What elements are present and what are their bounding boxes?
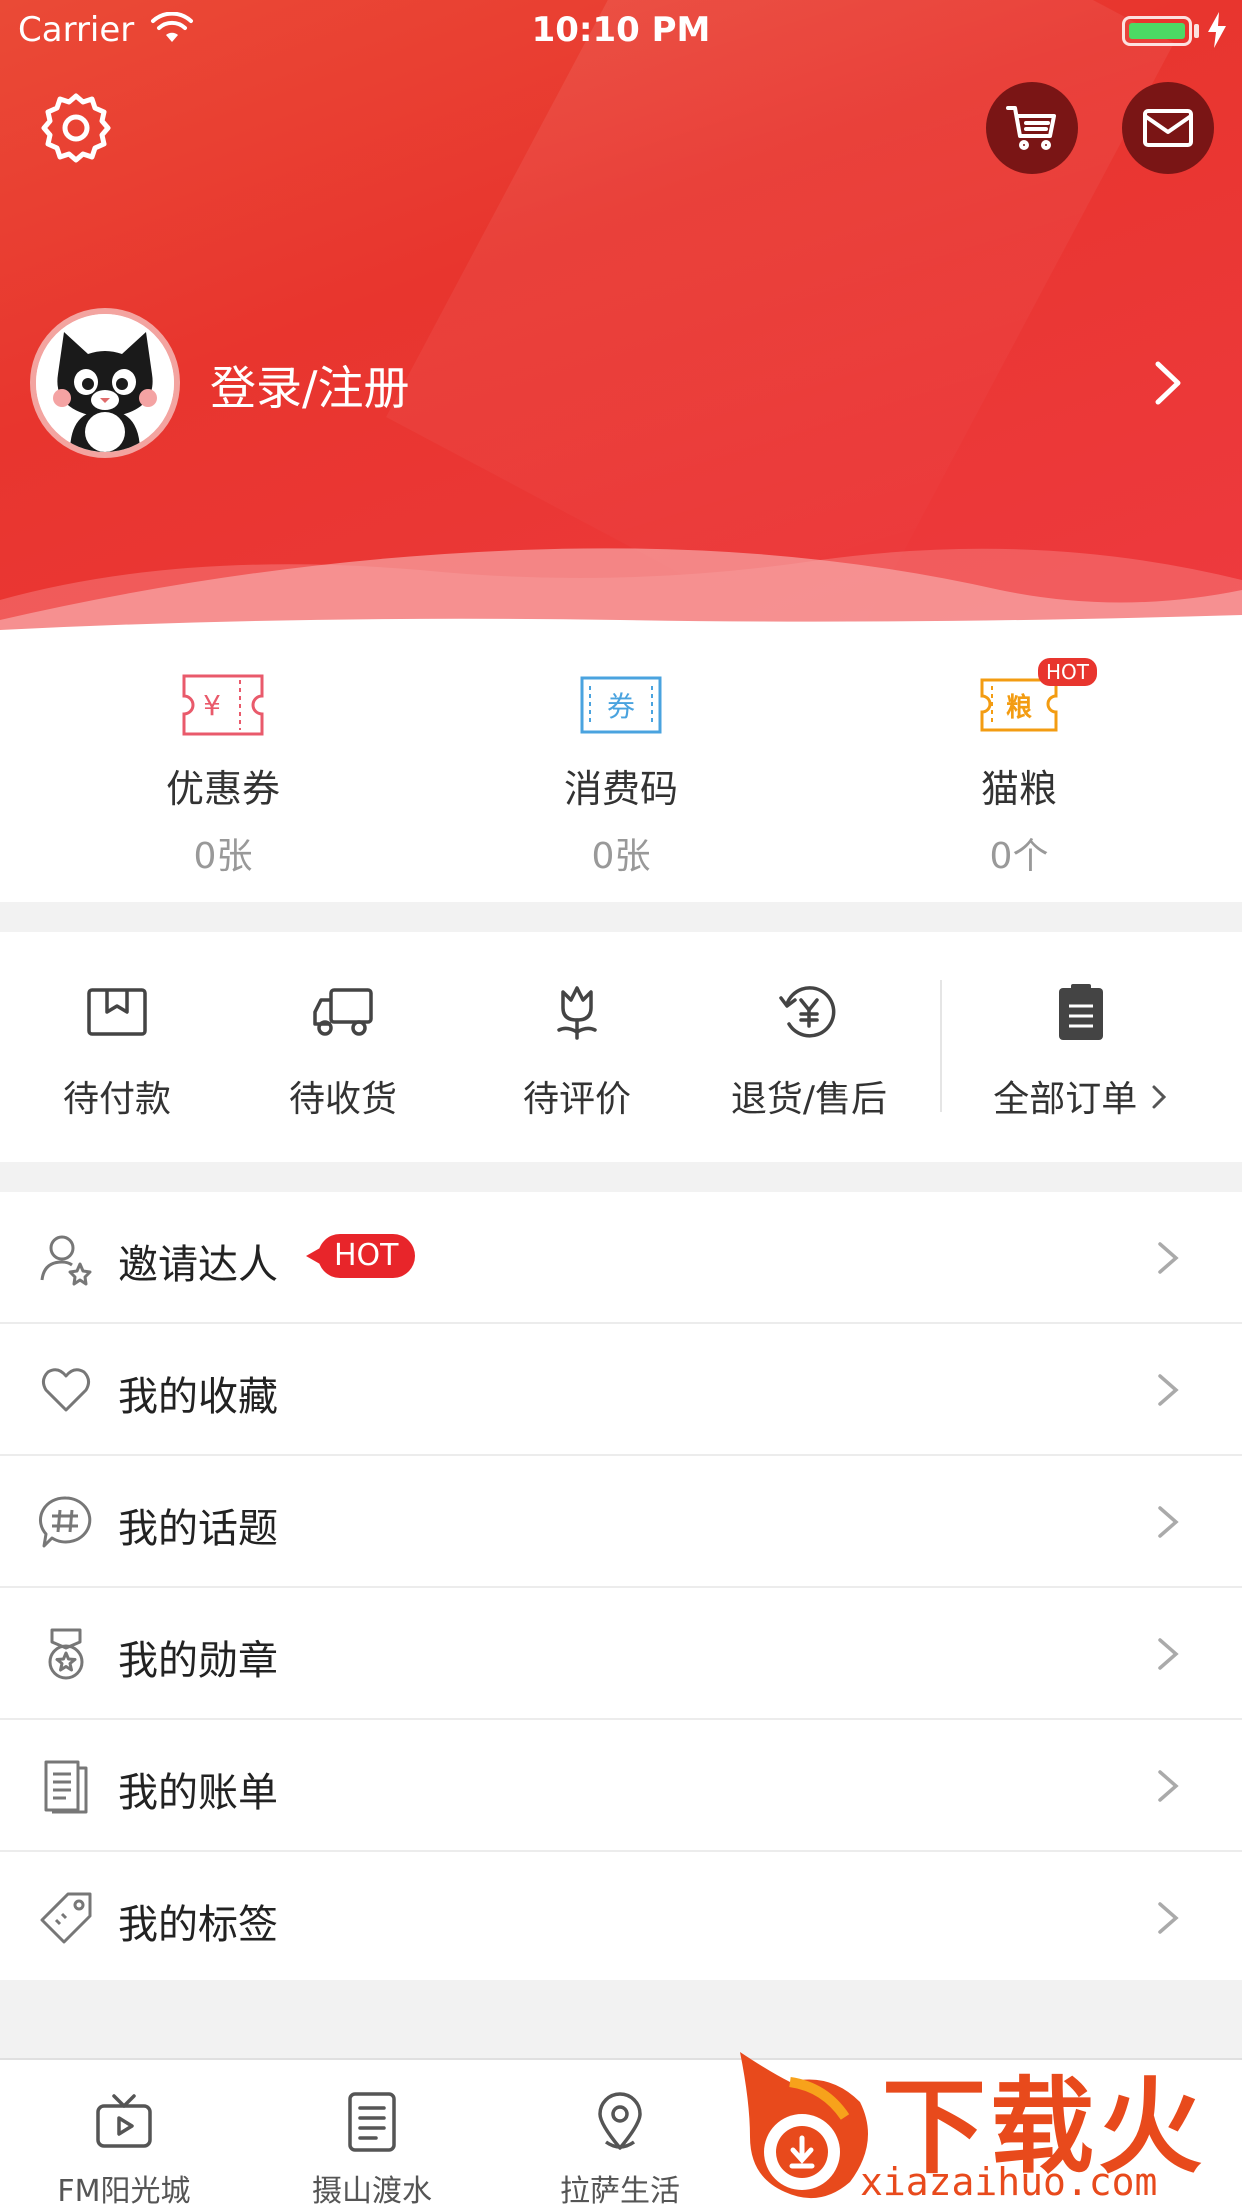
order-label: 待评价 [522,1079,631,1120]
bill-icon [44,1760,88,1814]
battery-icon [1122,16,1192,46]
flame-logo-icon [740,2052,868,2199]
menu-label: 我的标签 [118,1902,278,1948]
tab-label: 拉萨生活 [560,2174,680,2208]
stat-count: 0张 [591,836,651,877]
topic-hash-icon [38,1496,92,1548]
tab-sheshan[interactable]: 摄山渡水 [248,2090,496,2208]
chevron-right-icon [1158,1506,1179,1538]
coupon-icon: ¥ [178,670,268,740]
cat-avatar-icon [36,314,174,452]
charging-icon [1208,12,1226,48]
chevron-right-icon [1158,1770,1179,1802]
medal-icon [48,1628,84,1680]
battery-tip [1194,24,1199,38]
menu-medals[interactable]: 我的勋章 [0,1588,1242,1720]
gear-icon[interactable] [40,92,112,164]
stat-label: 猫粮 [980,767,1057,811]
account-stats: ¥ 优惠券 0张 券 消费码 0张 粮 HOT 猫粮 0个 [0,640,1242,902]
tab-lhasa[interactable]: 拉萨生活 [496,2090,744,2208]
heart-icon [41,1368,91,1412]
chevron-right-icon [1158,1242,1179,1274]
truck-icon [313,988,373,1036]
chevron-right-icon [1152,1085,1166,1109]
stat-cat-food[interactable]: 粮 HOT 猫粮 0个 [812,658,1226,879]
wallet-icon [87,988,147,1036]
order-all[interactable]: 全部订单 [956,982,1206,1122]
cat-food-icon: 粮 HOT [974,658,1097,740]
menu-bills[interactable]: 我的账单 [0,1720,1242,1852]
order-label: 待收货 [288,1079,397,1120]
svg-text:¥: ¥ [203,689,221,722]
avatar[interactable] [30,308,180,458]
order-label: 待付款 [62,1079,171,1120]
order-divider [940,980,942,1112]
tv-play-icon [96,2094,152,2148]
svg-text:券: 券 [607,690,635,723]
menu-label: 我的勋章 [118,1638,278,1684]
menu-tags[interactable]: 我的标签 [0,1852,1242,1984]
watermark-logo: 下载火 xiazaihuo.com [730,2042,1242,2208]
order-refund[interactable]: 退货/售后 [692,982,926,1122]
clock: 10:10 PM [531,10,711,50]
voucher-icon: 券 [576,670,666,740]
clipboard-icon [1059,984,1103,1040]
order-pending-payment[interactable]: 待付款 [0,982,234,1122]
chevron-right-icon [1158,1902,1179,1934]
menu-favorites[interactable]: 我的收藏 [0,1324,1242,1456]
stat-coupon[interactable]: ¥ 优惠券 0张 [16,670,430,879]
list-doc-icon [348,2092,396,2152]
svg-text:粮: 粮 [1006,692,1032,723]
menu-invite[interactable]: 邀请达人 HOT [0,1192,1242,1324]
stat-count: 0张 [193,836,253,877]
stat-voucher[interactable]: 券 消费码 0张 [414,670,828,879]
cart-button[interactable] [986,82,1078,174]
tag-icon [40,1892,92,1944]
watermark-url: xiazaihuo.com [860,2160,1158,2204]
tab-label: 摄山渡水 [312,2174,432,2208]
stat-count: 0个 [989,836,1049,877]
status-bar: Carrier 10:10 PM [0,0,1242,60]
order-pending-receipt[interactable]: 待收货 [226,982,460,1122]
location-pin-icon [598,2092,642,2150]
order-label: 全部订单 [956,1070,1206,1122]
message-button[interactable] [1122,82,1214,174]
refund-icon [779,986,836,1038]
chevron-right-icon [1158,1374,1179,1406]
order-label: 退货/售后 [730,1079,888,1120]
cart-icon [1006,106,1056,150]
order-status-bar: 待付款 待收货 待评价 退货/售后 全部订单 [0,932,1242,1162]
menu-label: 我的话题 [118,1506,278,1552]
invite-user-icon [40,1235,92,1286]
stat-label: 优惠券 [165,767,280,811]
profile-header: Carrier 10:10 PM 登录/注册 [0,0,1242,640]
tab-fm[interactable]: FM阳光城 [0,2090,248,2208]
hot-badge: HOT [306,1234,415,1278]
order-pending-review[interactable]: 待评价 [460,982,694,1122]
stat-label: 消费码 [563,767,678,811]
menu-label: 我的收藏 [118,1374,278,1420]
chevron-right-icon [1158,1638,1179,1670]
hot-badge: HOT [1038,658,1097,686]
menu-topics[interactable]: 我的话题 [0,1456,1242,1588]
flower-icon [557,986,597,1040]
order-all-label: 全部订单 [993,1079,1138,1120]
menu-label: 邀请达人 [118,1242,278,1288]
chevron-right-icon[interactable] [1150,358,1186,408]
tab-label: FM阳光城 [57,2174,191,2208]
login-register-link[interactable]: 登录/注册 [210,352,410,418]
mail-icon [1143,109,1193,147]
menu-label: 我的账单 [118,1770,278,1816]
header-wave [0,548,1242,640]
profile-menu: 邀请达人 HOT 我的收藏 我的话题 我的勋章 我的账单 我的标签 [0,1192,1242,1980]
